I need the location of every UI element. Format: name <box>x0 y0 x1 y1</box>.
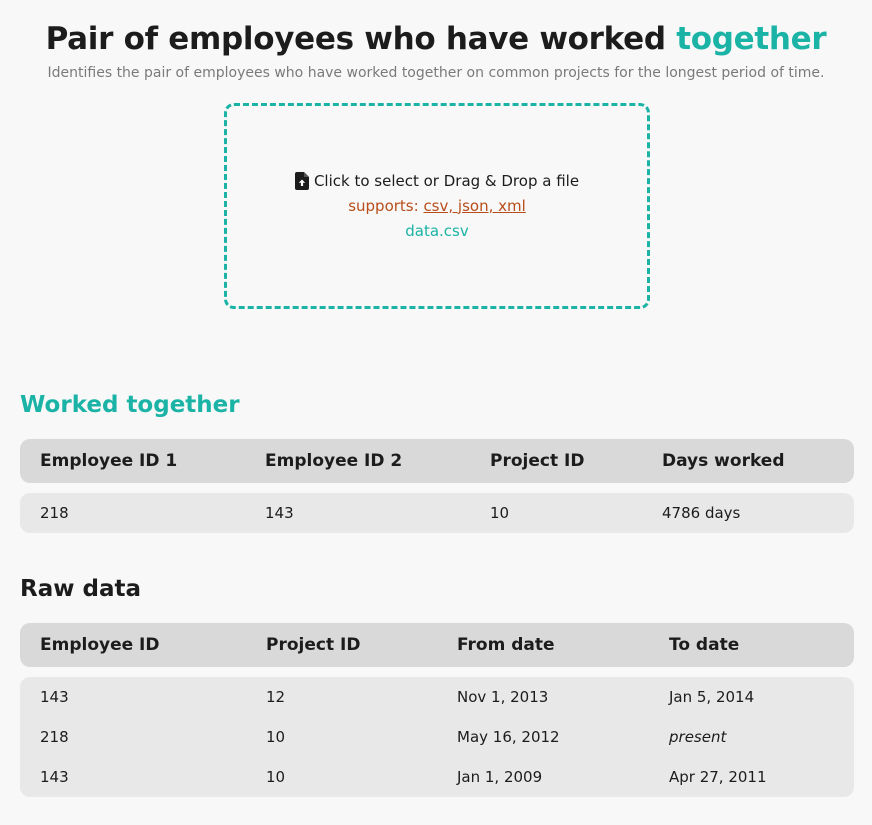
page-title: Pair of employees who have worked togeth… <box>0 18 872 60</box>
column-header: Employee ID 2 <box>265 451 403 471</box>
file-upload-icon <box>294 172 309 190</box>
table-cell: 143 <box>265 504 294 522</box>
column-header: From date <box>457 635 555 655</box>
table-cell: Nov 1, 2013 <box>457 688 549 706</box>
column-header: Employee ID <box>40 635 160 655</box>
page-title-main: Pair of employees who have worked <box>45 21 677 57</box>
worked-together-title: Worked together <box>20 392 240 418</box>
worked-together-body: 218 143 10 4786 days <box>20 493 854 533</box>
column-header: Employee ID 1 <box>40 451 178 471</box>
table-cell: 10 <box>266 768 286 786</box>
table-cell: 12 <box>266 688 286 706</box>
raw-data-header-row: Employee ID Project ID From date To date <box>20 623 854 667</box>
table-cell: 218 <box>40 504 69 522</box>
supported-formats: csv, json, xml <box>423 196 526 215</box>
table-cell: May 16, 2012 <box>457 728 560 746</box>
table-cell: Jan 1, 2009 <box>457 768 543 786</box>
selected-file-name: data.csv <box>405 221 469 240</box>
page-header: Pair of employees who have worked togeth… <box>0 18 872 83</box>
page-subtitle: Identifies the pair of employees who hav… <box>47 65 825 81</box>
table-cell: 4786 days <box>662 504 741 522</box>
column-header: Project ID <box>266 635 361 655</box>
table-cell: 10 <box>490 504 510 522</box>
table-cell: 218 <box>40 728 69 746</box>
dropzone-prompt-line: Click to select or Drag & Drop a file <box>294 169 580 194</box>
supports-label: supports: <box>348 196 424 215</box>
page-title-accent: together <box>676 21 827 57</box>
column-header: Project ID <box>490 451 585 471</box>
column-header: Days worked <box>662 451 785 471</box>
table-cell: 10 <box>266 728 286 746</box>
table-cell: 143 <box>40 688 69 706</box>
table-cell: present <box>669 728 727 746</box>
table-cell: Apr 27, 2011 <box>669 768 767 786</box>
dropzone-prompt: Click to select or Drag & Drop a file <box>313 171 580 190</box>
worked-together-header-row: Employee ID 1 Employee ID 2 Project ID D… <box>20 439 854 483</box>
raw-data-body: 143 12 Nov 1, 2013 Jan 5, 2014 218 10 Ma… <box>20 677 854 797</box>
table-cell: 143 <box>40 768 69 786</box>
column-header: To date <box>669 635 740 655</box>
file-dropzone[interactable]: Click to select or Drag & Drop a file su… <box>224 103 650 309</box>
table-cell: Jan 5, 2014 <box>669 688 755 706</box>
dropzone-supports: supports: csv, json, xml <box>348 194 526 219</box>
raw-data-title: Raw data <box>20 576 141 602</box>
